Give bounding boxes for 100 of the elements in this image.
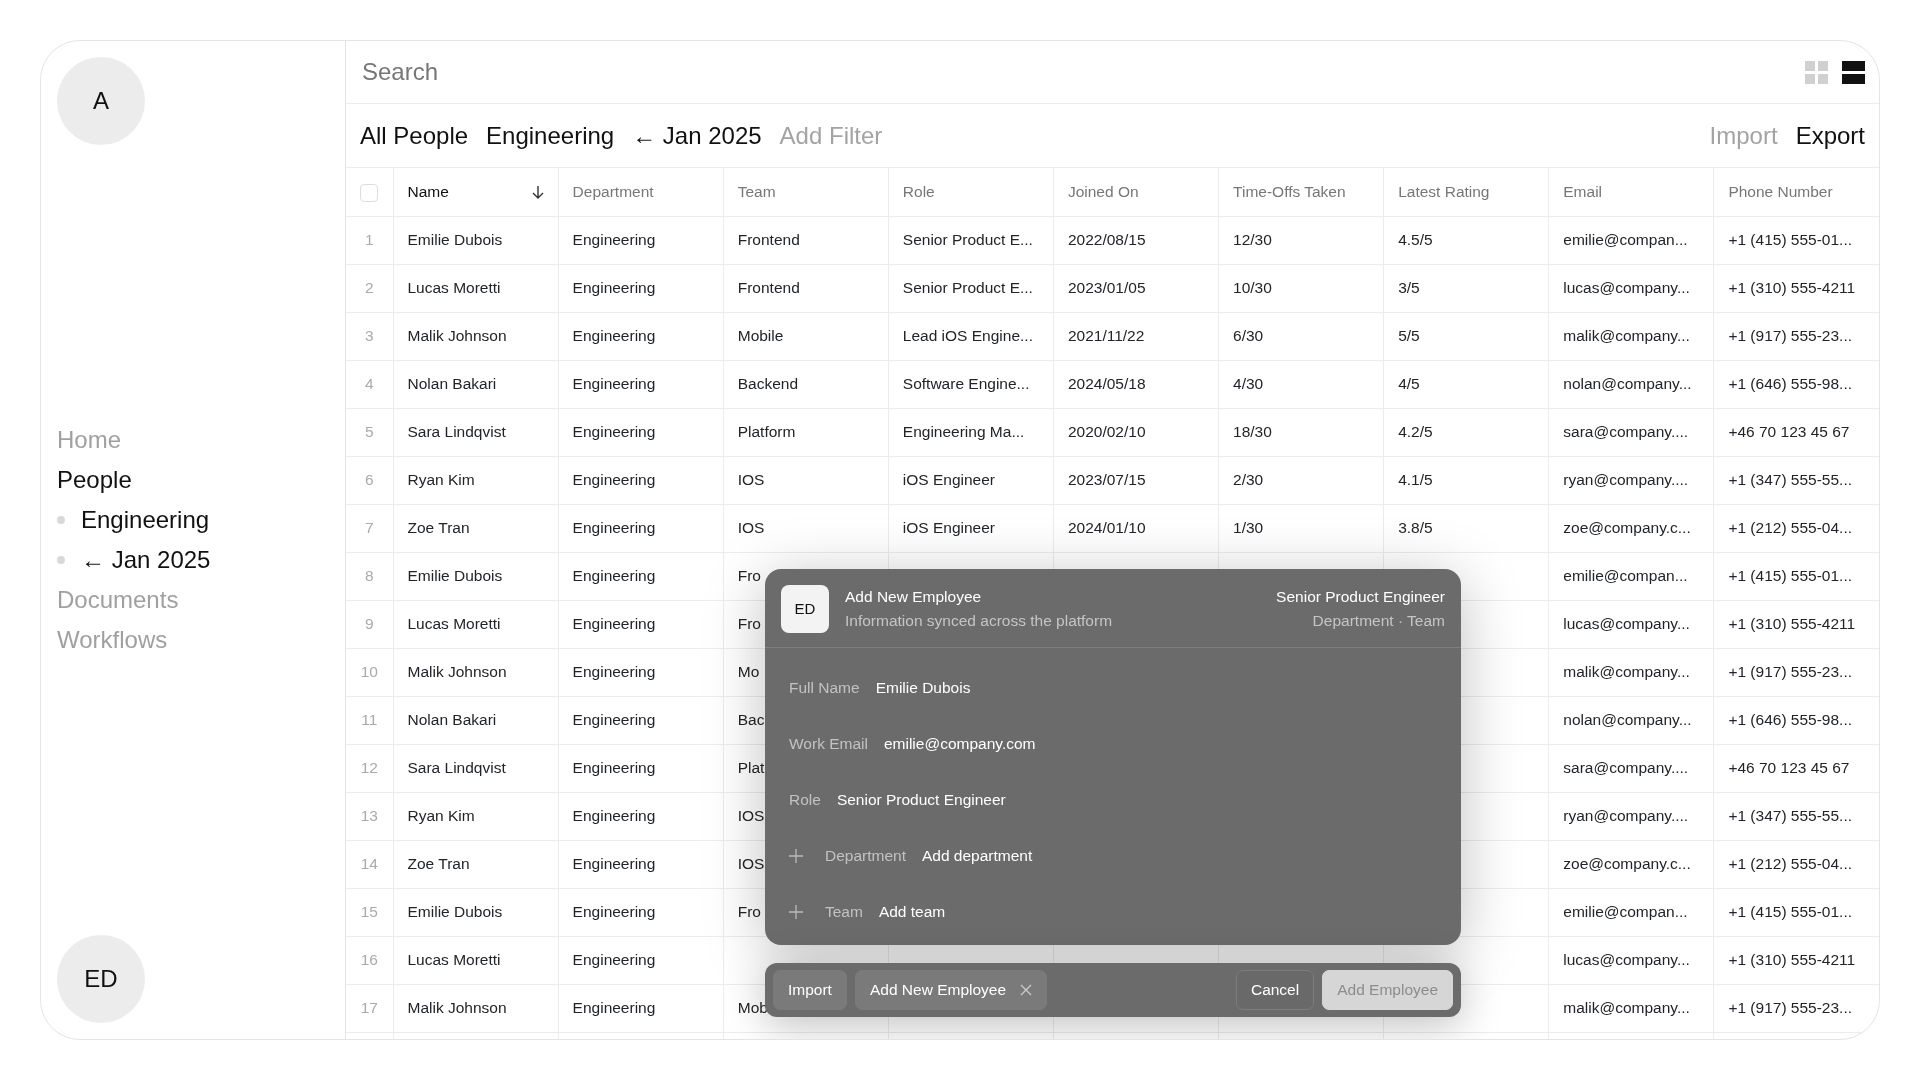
row-number: 12 [346,744,393,792]
table-cell: emilie@compan... [1548,888,1714,936]
table-cell: Software Engine... [888,360,1054,408]
table-cell: Engineering [558,312,724,360]
plus-icon[interactable] [789,849,803,863]
table-cell: 4/5 [1383,360,1549,408]
action-link[interactable]: Export [1795,117,1865,154]
table-cell: 18/30 [1218,408,1384,456]
nav-item[interactable]: People [57,460,132,500]
row-number: 4 [346,360,393,408]
table-cell: sara@company.... [1548,408,1714,456]
field-label: Team [825,902,863,923]
action-button[interactable]: Cancel [1235,970,1315,1010]
table-cell: malik@company... [1548,312,1714,360]
table-cell: 2024/05/18 [1053,360,1219,408]
plus-icon[interactable] [789,905,803,919]
table-cell: Emilie Dubois [393,888,559,936]
row-number: 10 [346,648,393,696]
table-cell: 5/5 [1383,312,1549,360]
grid-view-icon[interactable] [1805,60,1828,84]
table-cell: Engineering [558,936,724,984]
table-cell: Emilie Dubois [393,216,559,264]
table-cell: 2020/02/10 [1053,408,1219,456]
list-view-icon[interactable] [1842,60,1865,84]
row-number: 13 [346,792,393,840]
table-cell: Lucas Moretti [393,600,559,648]
table-cell: Engineering [558,984,724,1032]
table-cell: Engineering [558,408,724,456]
table-cell: emilie@compan... [1548,216,1714,264]
nav-item[interactable]: Workflows [57,620,168,660]
table-cell: 2024/01/10 [1053,504,1219,552]
nav-item[interactable]: Documents [57,580,179,620]
table-cell: 4.5/5 [1383,216,1549,264]
table-cell: Engineering [558,648,724,696]
table-cell: 2023/01/05 [1053,264,1219,312]
table-cell: 10/30 [1218,264,1384,312]
row-number: 1 [346,216,393,264]
column-header[interactable]: Email [1548,168,1714,216]
row-number: 9 [346,600,393,648]
table-cell: Lucas Moretti [393,936,559,984]
table-cell: Nolan Bakari [393,696,559,744]
tab[interactable]: Add New Employee [854,970,1048,1010]
row-number: 5 [346,408,393,456]
table-cell: Malik Johnson [393,312,559,360]
action-button[interactable]: Add Employee [1322,970,1453,1010]
table-cell: Mobile [723,312,889,360]
table-cell: 4.1/5 [1383,456,1549,504]
select-all-checkbox[interactable] [360,184,379,203]
logo-avatar[interactable]: A [57,57,145,145]
column-header[interactable]: Team [723,168,889,216]
table-cell: 3/5 [1383,264,1549,312]
table-cell: 12/30 [1218,216,1384,264]
table-cell: lucas@company... [1548,264,1714,312]
row-number: 7 [346,504,393,552]
table-cell: Backend [723,360,889,408]
table-cell: IOS [723,504,889,552]
table-cell: Zoe Tran [393,840,559,888]
column-header[interactable]: Role [888,168,1054,216]
filter-chip[interactable]: ← Jan 2025 [632,117,762,154]
department-team-label: Department · Team [1311,611,1445,631]
table-cell: malik@company... [1548,648,1714,696]
filter-chip[interactable]: Engineering [486,117,615,154]
row-number: 15 [346,888,393,936]
nav-subitem[interactable]: Engineering [81,500,210,540]
table-cell: Engineering [558,216,724,264]
table-cell: Engineering [558,696,724,744]
action-button[interactable]: Import [773,970,847,1010]
column-header[interactable]: Latest Rating [1383,168,1549,216]
column-header[interactable]: Department [558,168,724,216]
user-avatar[interactable]: ED [57,935,145,1023]
table-cell: lucas@company... [1548,600,1714,648]
table-cell: ryan@company.... [1548,792,1714,840]
table-cell: iOS Engineer [888,456,1054,504]
row-number: 16 [346,936,393,984]
nav-subitem[interactable]: ← Jan 2025 [81,540,211,580]
table-cell: Emilie Dubois [393,552,559,600]
table-cell: zoe@company.c... [1548,504,1714,552]
employee-avatar: ED [781,585,829,633]
table-cell: 2023/07/15 [1053,456,1219,504]
column-header[interactable]: Joined On [1053,168,1219,216]
column-header[interactable]: Time-Offs Taken [1218,168,1384,216]
table-cell: nolan@company... [1548,696,1714,744]
filter-chip[interactable]: All People [360,117,469,154]
close-icon[interactable] [1020,984,1033,996]
table-cell: Engineering [558,792,724,840]
table-cell: iOS Engineer [888,504,1054,552]
table-cell: 3.8/5 [1383,504,1549,552]
add-field-link[interactable]: Add department [922,844,1033,868]
column-header[interactable]: Name [407,180,449,204]
table-cell: Engineering [558,504,724,552]
table-cell: Nolan Bakari [393,360,559,408]
nav-item[interactable]: Home [57,420,122,460]
table-cell: Ryan Kim [393,792,559,840]
add-filter-button[interactable]: Add Filter [779,117,883,154]
table-cell: Engineering [558,744,724,792]
table-cell: 4.2/5 [1383,408,1549,456]
table-cell: Engineering [558,264,724,312]
column-header[interactable]: Phone Number [1713,168,1879,216]
table-cell: 6/30 [1218,312,1384,360]
table-cell: Engineering [558,456,724,504]
